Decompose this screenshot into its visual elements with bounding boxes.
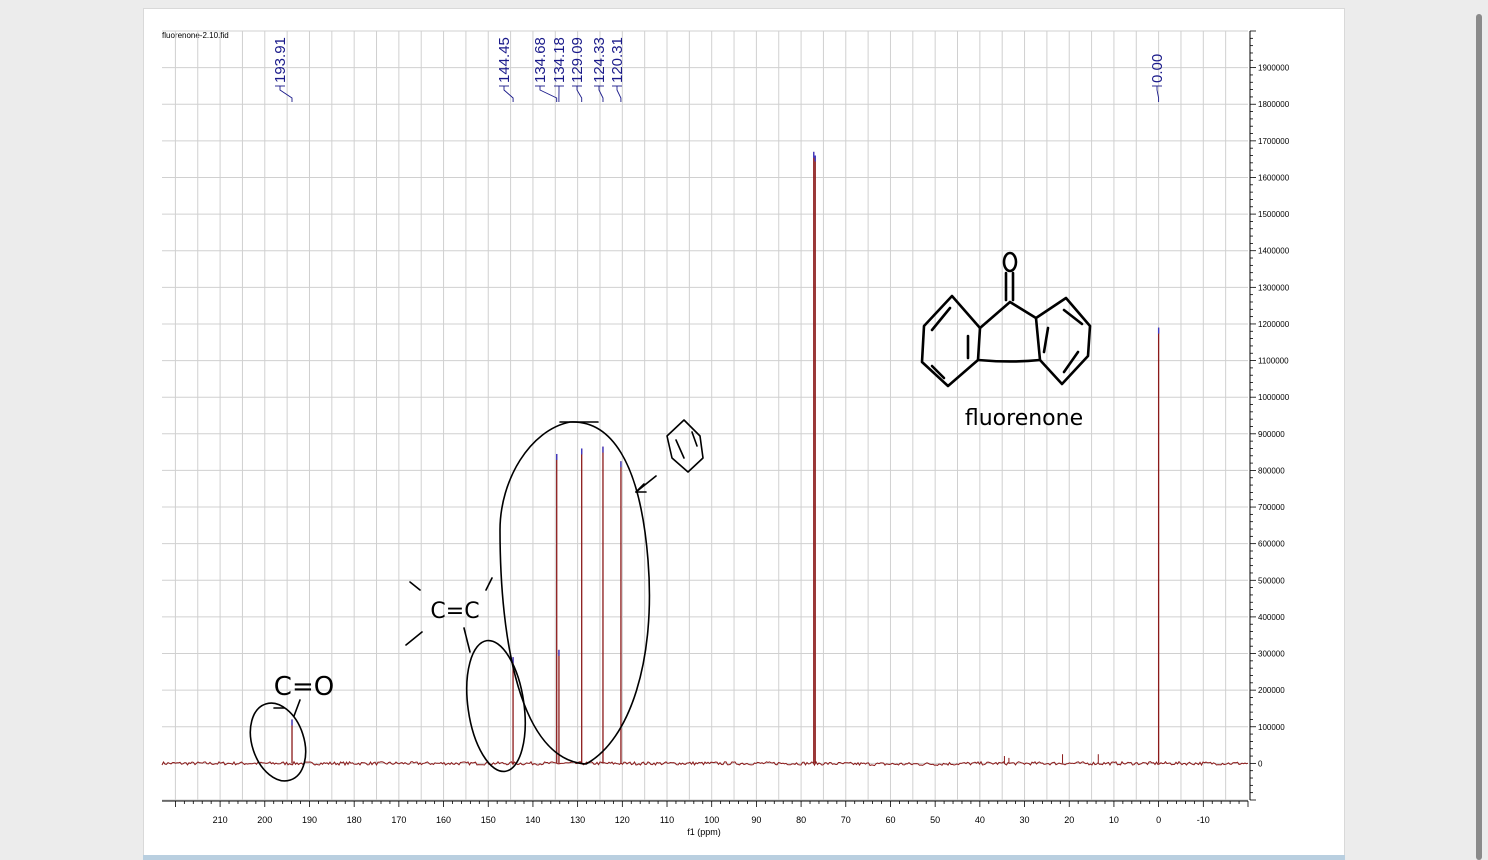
alkene-pointer <box>463 627 471 653</box>
x-tick-label: 40 <box>975 815 985 825</box>
x-tick-label: 60 <box>885 815 895 825</box>
left-ring-double-bonds <box>930 306 970 380</box>
x-tick-label: 150 <box>481 815 496 825</box>
peak-label: 134.68 <box>532 37 549 83</box>
x-tick-label: 160 <box>436 815 451 825</box>
peak-label: 134.18 <box>551 37 568 83</box>
left-benzene-ring <box>920 294 982 388</box>
carbonyl-pointer <box>293 699 301 717</box>
peak-label-leader <box>616 86 622 102</box>
peak-labels: 193.91 144.45 134.68 134.18 129.09 124.33 120.… <box>272 37 1166 102</box>
y-tick-label: 1100000 <box>1258 357 1289 366</box>
x-tick-label: 180 <box>347 815 362 825</box>
y-tick-label: 1700000 <box>1258 137 1290 146</box>
alkene-annotation: C=C <box>430 599 479 624</box>
peak-label: 120.31 <box>609 37 626 83</box>
y-tick-label: 300000 <box>1258 650 1285 659</box>
x-tick-label: 20 <box>1064 815 1074 825</box>
y-tick-label: 1800000 <box>1258 100 1290 109</box>
x-tick-label: 70 <box>841 815 851 825</box>
peak-label: 129.09 <box>569 37 586 83</box>
oxygen-atom <box>1002 251 1018 273</box>
y-tick-label: 100000 <box>1258 723 1285 732</box>
carbonyl-circle <box>249 702 307 782</box>
x-tick-label: 80 <box>796 815 806 825</box>
x-tick-label: 120 <box>615 815 630 825</box>
peak-label-leader <box>279 86 293 102</box>
peak-label: 0.00 <box>1149 54 1166 83</box>
x-tick-label: 10 <box>1109 815 1119 825</box>
y-tick-label: 1500000 <box>1258 210 1290 219</box>
x-tick-label: 210 <box>213 815 228 825</box>
y-tick-label: 400000 <box>1258 613 1285 622</box>
nmr-spectrum-chart: fluorenone-2.10.fid 0 100000 200000 300000 4… <box>161 30 1290 837</box>
peak-label: 124.33 <box>591 37 608 83</box>
aromatic-circle <box>499 421 651 765</box>
x-tick-label: 30 <box>1020 815 1030 825</box>
right-ring-double-bonds <box>1042 308 1084 374</box>
structure-caption: fluorenone <box>965 406 1083 431</box>
x-tick-label: 200 <box>257 815 272 825</box>
y-tick-label: 900000 <box>1258 430 1285 439</box>
peak-label: 193.91 <box>272 37 289 83</box>
spectrum-peaks <box>291 151 1160 764</box>
right-benzene-ring <box>1034 296 1092 386</box>
x-axis-ticks: 210 200 190 180 170 160 150 140 130 120 110 100 90 80… <box>175 801 1249 825</box>
peak-label-leader <box>503 86 514 102</box>
y-tick-label: 1000000 <box>1258 393 1290 402</box>
y-tick-label: 0 <box>1258 759 1263 768</box>
x-tick-label: 50 <box>930 815 940 825</box>
x-tick-label: -10 <box>1197 815 1210 825</box>
x-tick-label: 0 <box>1156 815 1161 825</box>
x-tick-label: 110 <box>660 815 674 825</box>
carbonyl-double-bond <box>1004 271 1015 302</box>
carbonyl-annotation: C=O <box>274 672 334 702</box>
five-ring-bottom <box>976 358 1042 363</box>
x-axis-label: f1 (ppm) <box>687 827 721 837</box>
y-tick-label: 600000 <box>1258 540 1285 549</box>
fluorenone-structure-sketch <box>920 251 1092 388</box>
benzene-double-bonds <box>675 431 698 459</box>
y-tick-label: 500000 <box>1258 576 1285 585</box>
y-tick-label: 1900000 <box>1258 64 1290 73</box>
x-tick-label: 90 <box>751 815 761 825</box>
x-tick-label: 100 <box>704 815 719 825</box>
y-tick-label: 800000 <box>1258 466 1285 475</box>
y-tick-label: 1400000 <box>1258 247 1290 256</box>
x-tick-label: 140 <box>525 815 540 825</box>
y-tick-label: 1600000 <box>1258 173 1290 182</box>
spectrum-filename: fluorenone-2.10.fid <box>162 31 229 40</box>
x-tick-label: 190 <box>302 815 317 825</box>
x-tick-label: 170 <box>391 815 406 825</box>
peak-label-leader <box>539 86 558 102</box>
peak-label: 144.45 <box>496 37 513 83</box>
x-tick-label: 130 <box>570 815 585 825</box>
y-tick-label: 700000 <box>1258 503 1285 512</box>
y-tick-label: 200000 <box>1258 686 1285 695</box>
y-axis-ticks: 0 100000 200000 300000 400000 500000 600000 700… <box>1250 30 1290 801</box>
y-tick-label: 1200000 <box>1258 320 1290 329</box>
alkene-circle <box>465 639 527 773</box>
y-tick-label: 1300000 <box>1258 283 1290 292</box>
